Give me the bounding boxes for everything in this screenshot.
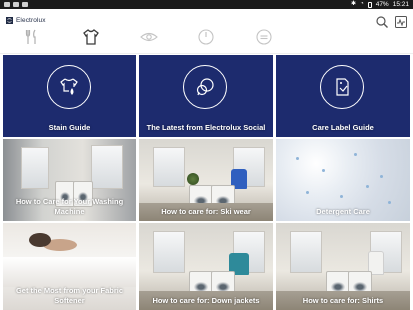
content-grid: Stain Guide The Latest from Electrolux S… [3, 55, 410, 310]
tile-icon-circle [183, 65, 227, 109]
tile-fabric-softener[interactable]: Get the Most from your Fabric Softener [3, 223, 136, 310]
nav-kitchen[interactable] [23, 28, 41, 46]
nav-laundry[interactable] [82, 28, 100, 46]
status-left [4, 0, 28, 7]
tile-title: Care Label Guide [312, 123, 374, 132]
tshirt-drop-icon [59, 78, 78, 95]
tile-down-jackets[interactable]: How to care for: Down jackets [139, 223, 273, 310]
bluetooth-icon: ✱ [351, 1, 357, 7]
status-bar: ✱ ◔ 47% 15:21 [0, 0, 413, 9]
clock: 15:21 [392, 1, 409, 8]
tile-title: Stain Guide [48, 123, 91, 132]
nav-care[interactable] [140, 28, 158, 46]
power-icon [198, 29, 214, 45]
tile-washing-machine-care[interactable]: How to Care for Your Washing Machine [3, 139, 136, 221]
eye-icon [140, 32, 158, 42]
electrolux-mark-icon [6, 17, 13, 24]
tile-icon-circle [46, 65, 91, 109]
chat-bubbles-icon [196, 78, 214, 96]
battery-icon [367, 2, 372, 8]
search-button[interactable] [375, 15, 389, 29]
activity-button[interactable] [394, 15, 408, 29]
menu-circle-icon [256, 29, 272, 45]
nav-energy[interactable] [197, 28, 215, 46]
tshirt-icon [83, 29, 99, 45]
notification-icon [22, 2, 28, 7]
notification-icon [4, 2, 10, 7]
tile-title: How to care for: Down jackets [152, 296, 260, 305]
tile-electrolux-social[interactable]: The Latest from Electrolux Social [139, 55, 273, 137]
wifi-icon: ◔ [360, 1, 364, 7]
nav-more[interactable] [255, 28, 273, 46]
label-tag-icon [336, 78, 349, 96]
electrolux-logo: Electrolux [6, 17, 46, 24]
notification-icon [13, 2, 19, 7]
cutlery-icon [25, 29, 36, 44]
tile-icon-circle [320, 65, 364, 109]
tile-title: The Latest from Electrolux Social [146, 123, 266, 132]
tile-stain-guide[interactable]: Stain Guide [3, 55, 136, 137]
search-icon [376, 16, 388, 28]
status-right: ✱ ◔ 47% 15:21 [351, 0, 409, 9]
tile-title: Detergent Care [316, 207, 370, 216]
pulse-icon [395, 16, 407, 28]
tile-title: How to Care for Your Washing Machine [15, 197, 124, 216]
tile-shirts[interactable]: How to care for: Shirts [276, 223, 410, 310]
tile-title: How to care for: Ski wear [161, 207, 251, 216]
tile-title: Get the Most from your Fabric Softener [15, 286, 124, 305]
tile-ski-wear[interactable]: How to care for: Ski wear [139, 139, 273, 221]
app-header: Electrolux [0, 9, 413, 54]
battery-level: 47% [375, 1, 389, 8]
tile-care-label-guide[interactable]: Care Label Guide [276, 55, 410, 137]
tile-title: How to care for: Shirts [302, 296, 384, 305]
logo-text: Electrolux [16, 17, 46, 24]
tile-detergent-care[interactable]: Detergent Care [276, 139, 410, 221]
